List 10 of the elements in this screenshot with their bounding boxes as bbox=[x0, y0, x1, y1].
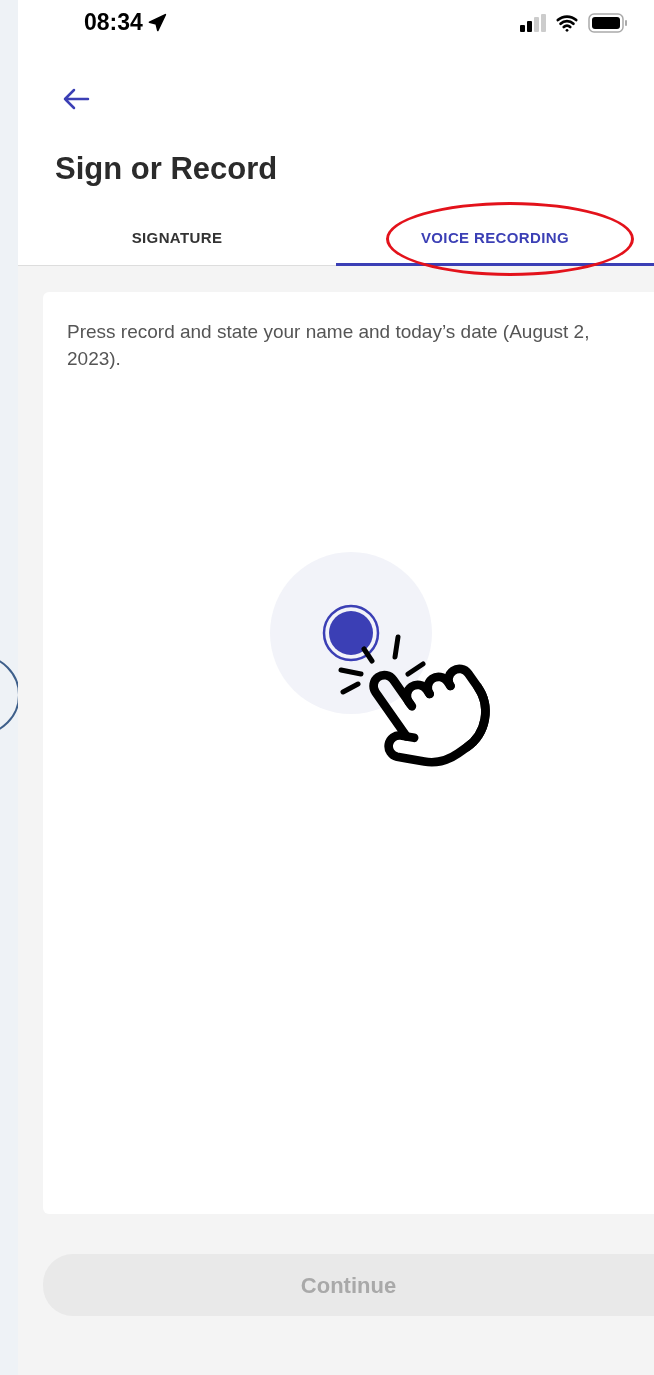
status-time: 08:34 bbox=[84, 8, 143, 38]
signal-icon bbox=[520, 13, 546, 32]
back-arrow-icon bbox=[62, 87, 90, 111]
battery-icon bbox=[588, 12, 628, 33]
page-title: Sign or Record bbox=[54, 153, 279, 184]
location-arrow-icon bbox=[146, 12, 167, 33]
tab[interactable]: SIGNATURE bbox=[18, 214, 336, 266]
record-dot-icon bbox=[322, 604, 380, 662]
instructions-text: Press record and state your name and today’s date (August 2, 2023). bbox=[67, 320, 591, 371]
tab[interactable]: VOICE RECORDING bbox=[336, 214, 654, 266]
